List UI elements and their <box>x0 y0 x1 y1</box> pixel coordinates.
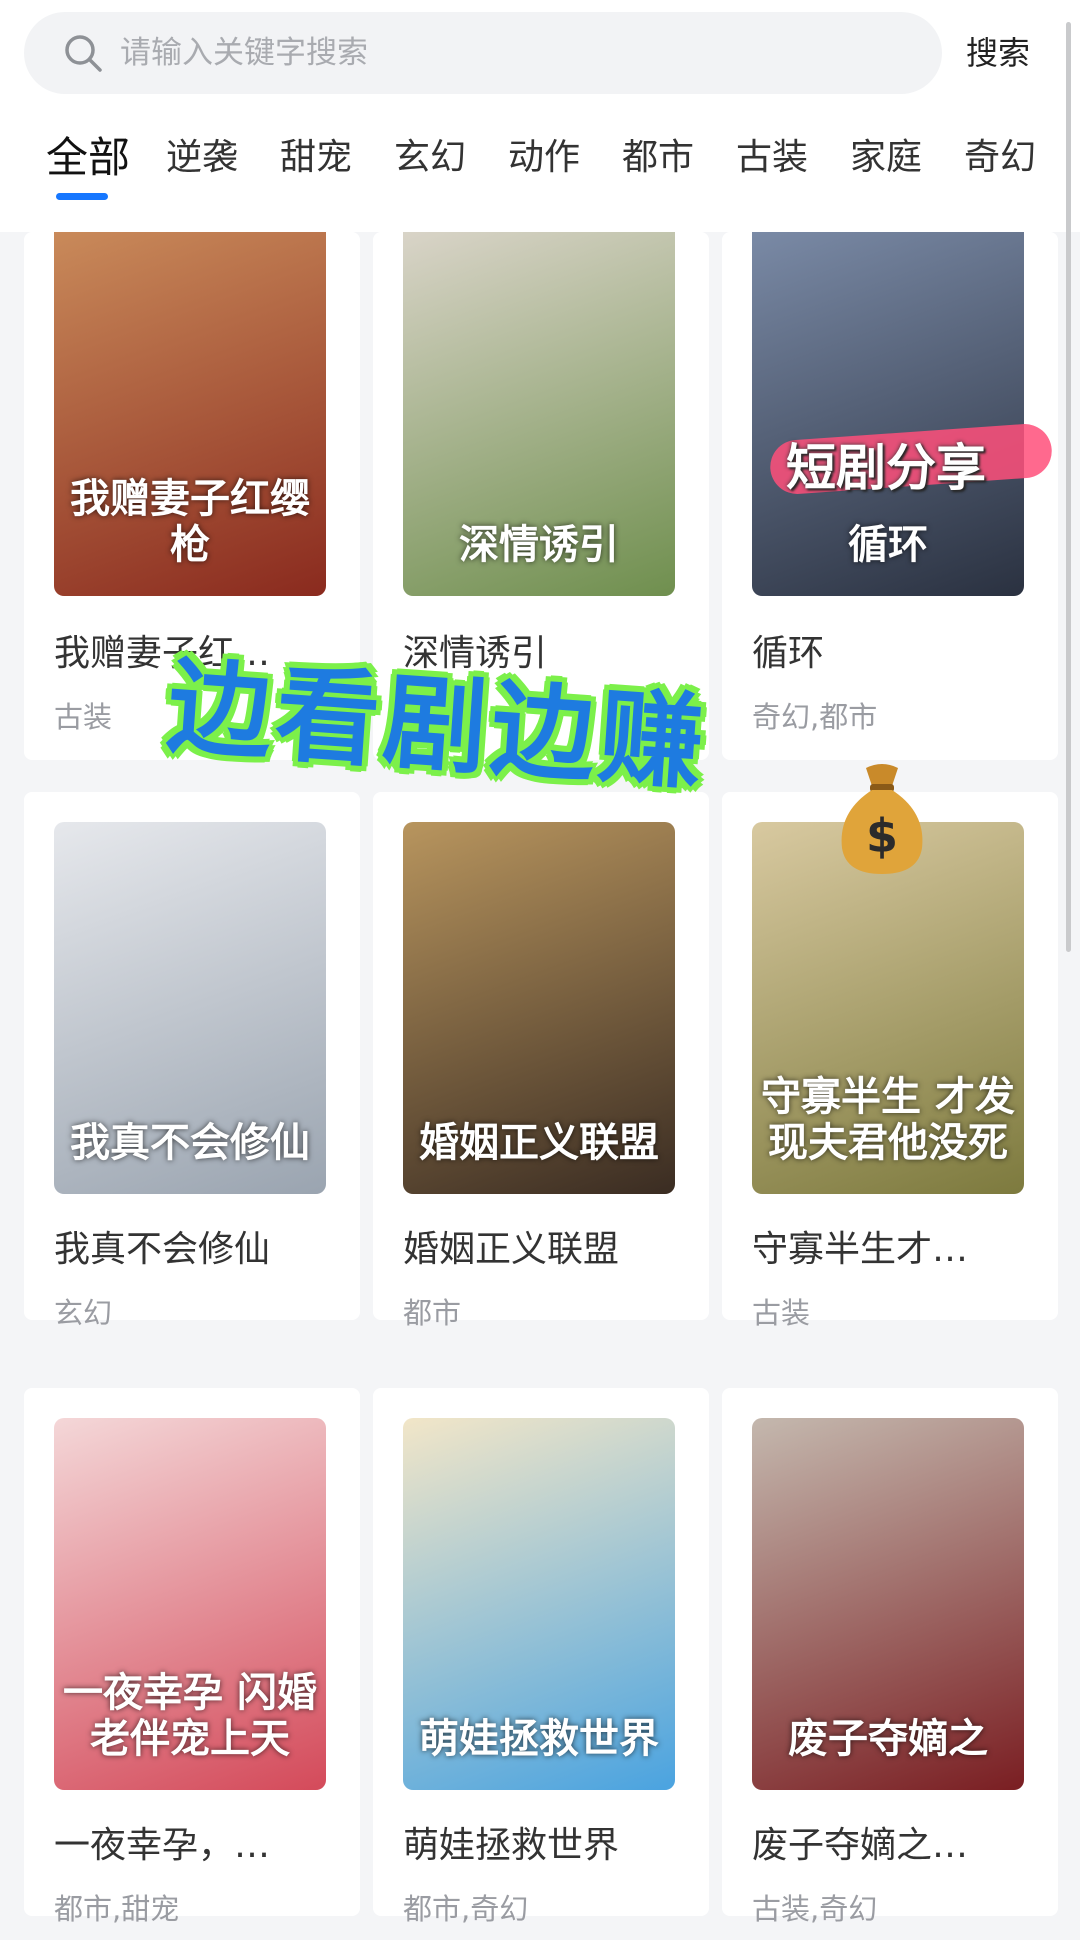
drama-tags: 古装 <box>752 1296 811 1330</box>
tab-fantasy[interactable]: 玄幻 <box>394 128 466 180</box>
drama-title: 循环 <box>752 633 825 674</box>
drama-card[interactable]: 我真不会修仙 我真不会修仙 玄幻 <box>24 792 360 1330</box>
tab-sweet[interactable]: 甜宠 <box>280 128 352 180</box>
tab-costume[interactable]: 古装 <box>736 128 808 180</box>
svg-text:$: $ <box>866 809 898 863</box>
drama-title: 深情诱引 <box>403 633 548 674</box>
category-tabs: 全部 逆袭 甜宠 玄幻 动作 都市 古装 家庭 奇幻 <box>0 118 1060 208</box>
drama-title: 一夜幸孕，… <box>54 1825 271 1866</box>
drama-tags: 古装 <box>54 700 113 734</box>
poster-title: 一夜幸孕 闪婚老伴宠上天 <box>63 1669 317 1762</box>
drama-tags: 都市 <box>403 700 462 734</box>
search-input[interactable] <box>120 12 900 94</box>
tab-action[interactable]: 动作 <box>508 128 580 180</box>
drama-card[interactable]: 萌娃拯救世界 萌娃拯救世界 都市,奇幻 <box>373 1388 709 1926</box>
drama-tags: 都市 <box>403 1296 462 1330</box>
poster-title: 守寡半生 才发现夫君他没死 <box>761 1073 1015 1166</box>
drama-title: 我赠妻子红… <box>54 633 271 674</box>
tab-all[interactable]: 全部 <box>46 124 130 185</box>
watermark-text: 短剧分享 <box>786 439 986 497</box>
search-button[interactable]: 搜索 <box>966 28 1030 74</box>
drama-card[interactable]: 深情诱引 深情诱引 都市 <box>373 232 709 760</box>
poster-image: 深情诱引 <box>403 232 675 596</box>
poster-title: 我赠妻子红缨枪 <box>70 475 310 568</box>
poster-image: 循环 <box>752 232 1024 596</box>
poster-image: 我赠妻子红缨枪 <box>54 232 326 596</box>
poster-image: 萌娃拯救世界 <box>403 1418 675 1790</box>
search-box[interactable] <box>24 12 942 94</box>
tab-comeback[interactable]: 逆袭 <box>166 128 238 180</box>
scrollbar[interactable] <box>1066 22 1071 952</box>
poster-title: 我真不会修仙 <box>70 1119 310 1166</box>
tab-family[interactable]: 家庭 <box>850 128 922 180</box>
active-tab-indicator <box>56 193 108 200</box>
poster-image: 我真不会修仙 <box>54 822 326 1194</box>
money-bag-icon: $ <box>841 764 923 874</box>
drama-title: 婚姻正义联盟 <box>403 1229 620 1270</box>
drama-tags: 都市,甜宠 <box>54 1892 180 1926</box>
poster-title: 循环 <box>848 521 928 568</box>
drama-card[interactable]: 我赠妻子红缨枪 我赠妻子红… 古装 <box>24 232 360 760</box>
drama-title: 我真不会修仙 <box>54 1229 271 1270</box>
tab-urban[interactable]: 都市 <box>622 128 694 180</box>
drama-title: 萌娃拯救世界 <box>403 1825 620 1866</box>
poster-title: 废子夺嫡之 <box>788 1715 988 1762</box>
poster-title: 婚姻正义联盟 <box>419 1119 659 1166</box>
poster-image: 废子夺嫡之 <box>752 1418 1024 1790</box>
drama-tags: 都市,奇幻 <box>403 1892 529 1926</box>
poster-title: 深情诱引 <box>459 521 619 568</box>
poster-image: 婚姻正义联盟 <box>403 822 675 1194</box>
drama-tags: 奇幻,都市 <box>752 700 878 734</box>
poster-image: 一夜幸孕 闪婚老伴宠上天 <box>54 1418 326 1790</box>
drama-tags: 古装,奇幻 <box>752 1892 878 1926</box>
search-icon <box>65 35 102 72</box>
drama-tags: 玄幻 <box>54 1296 113 1330</box>
drama-card[interactable]: 废子夺嫡之 废子夺嫡之… 古装,奇幻 <box>722 1388 1058 1926</box>
header: 搜索 全部 逆袭 甜宠 玄幻 动作 都市 古装 家庭 奇幻 <box>0 0 1080 232</box>
drama-title: 废子夺嫡之… <box>752 1825 969 1866</box>
drama-card[interactable]: 婚姻正义联盟 婚姻正义联盟 都市 <box>373 792 709 1330</box>
poster-title: 萌娃拯救世界 <box>419 1715 659 1762</box>
drama-card[interactable]: 一夜幸孕 闪婚老伴宠上天 一夜幸孕，… 都市,甜宠 <box>24 1388 360 1926</box>
tab-magic[interactable]: 奇幻 <box>964 128 1036 180</box>
drama-title: 守寡半生才… <box>752 1229 969 1270</box>
